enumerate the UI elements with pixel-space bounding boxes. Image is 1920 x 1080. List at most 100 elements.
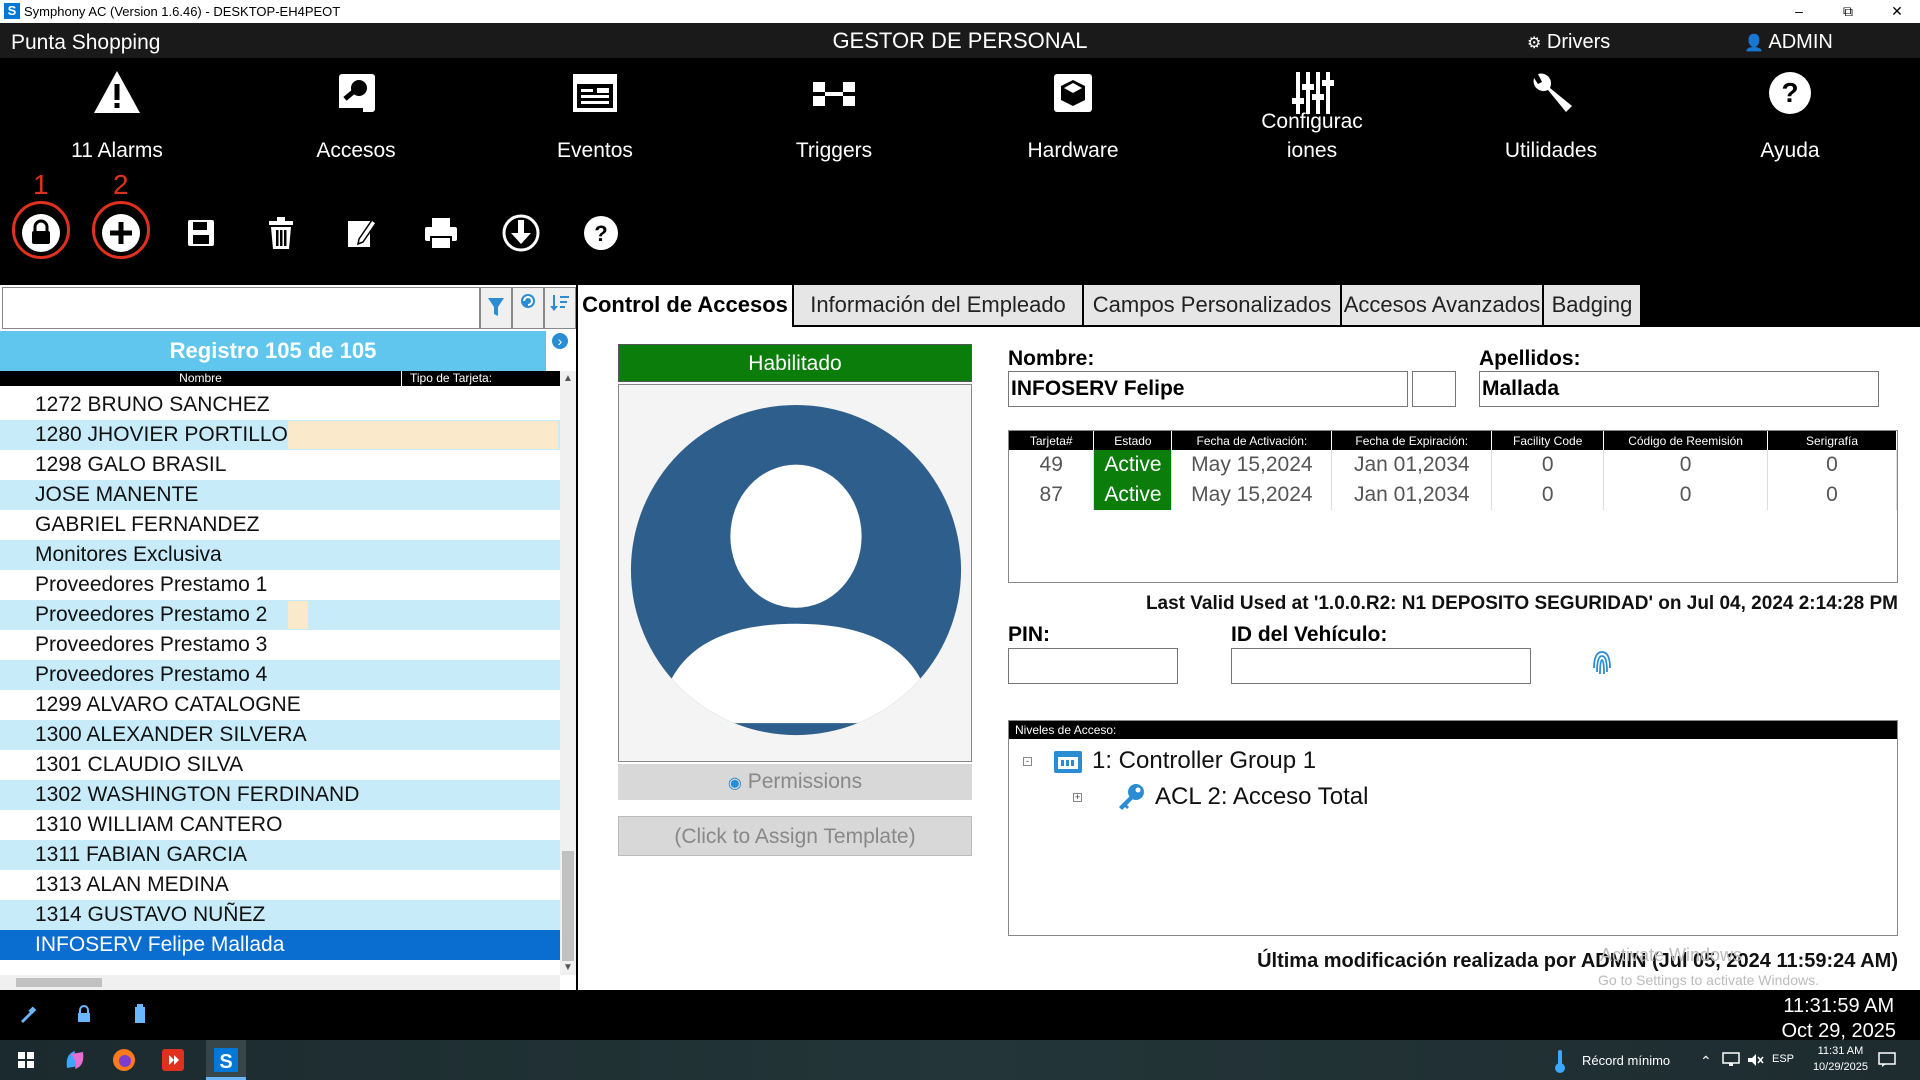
table-row[interactable]: 87 Active May 15,2024 Jan 01,2034 0 0 0 <box>1009 480 1897 510</box>
scroll-thumb[interactable] <box>16 978 102 987</box>
collapse-icon[interactable]: - <box>1023 757 1032 766</box>
delete-icon[interactable] <box>259 211 303 255</box>
list-item[interactable]: 1310 WILLIAM CANTERO <box>0 810 560 840</box>
list-item[interactable]: 1298 GALO BRASIL <box>0 450 560 480</box>
cards-column-header[interactable]: Serigrafía <box>1767 431 1897 450</box>
print-icon[interactable] <box>419 211 463 255</box>
close-button[interactable]: ✕ <box>1882 2 1912 20</box>
list-item[interactable]: 1302 WASHINGTON FERDINAND <box>0 780 560 810</box>
cards-column-header[interactable]: Estado <box>1093 431 1173 450</box>
assign-template-button[interactable]: (Click to Assign Template) <box>618 816 972 856</box>
tab-informacion-empleado[interactable]: Información del Empleado <box>794 285 1082 325</box>
notifications-icon[interactable] <box>1878 1052 1896 1068</box>
column-card-type[interactable]: Tipo de Tarjeta: <box>410 371 492 385</box>
weather-text[interactable]: Récord mínimo <box>1582 1053 1670 1068</box>
user-menu[interactable]: 👤 ADMIN <box>1744 31 1833 54</box>
list-item[interactable]: JOSE MANENTE <box>0 480 560 510</box>
list-item[interactable]: 1311 FABIAN GARCIA <box>0 840 560 870</box>
vehiculo-field[interactable] <box>1231 648 1531 684</box>
cards-column-header[interactable]: Tarjeta# <box>1009 431 1095 450</box>
restore-button[interactable]: ⧉ <box>1833 2 1863 20</box>
employee-photo[interactable] <box>618 384 972 762</box>
list-item[interactable]: INFOSERV Felipe Mallada <box>0 930 560 960</box>
list-item[interactable]: Monitores Exclusiva <box>0 540 560 570</box>
middle-name-field[interactable] <box>1412 371 1456 407</box>
download-icon[interactable] <box>499 211 543 255</box>
filter-button[interactable] <box>480 287 512 329</box>
tab-campos-personalizados[interactable]: Campos Personalizados <box>1084 285 1340 325</box>
list-item[interactable]: 1272 BRUNO SANCHEZ <box>0 390 560 420</box>
sort-button[interactable] <box>544 287 576 329</box>
nav-alarms[interactable]: 11 Alarms <box>17 58 217 173</box>
column-name[interactable]: Nombre <box>0 371 402 386</box>
minimize-button[interactable]: – <box>1784 2 1814 20</box>
edit-icon[interactable] <box>339 211 383 255</box>
list-item[interactable]: Proveedores Prestamo 1 <box>0 570 560 600</box>
windows-start-icon[interactable] <box>12 1046 40 1074</box>
employee-list-panel: Registro 105 de 105 › Nombre Tipo de Tar… <box>0 285 576 990</box>
expand-icon[interactable]: › <box>552 333 568 349</box>
language-indicator[interactable]: ESP <box>1772 1053 1794 1065</box>
taskbar-active-app[interactable]: S <box>206 1040 246 1080</box>
help-icon[interactable]: ? <box>579 211 623 255</box>
list-item[interactable]: 1299 ALVARO CATALOGNE <box>0 690 560 720</box>
lock-status-icon[interactable] <box>75 1004 93 1024</box>
permissions-button[interactable]: ◉ Permissions <box>618 764 972 800</box>
firefox-icon[interactable] <box>110 1046 138 1074</box>
cards-column-header[interactable]: Facility Code <box>1491 431 1605 450</box>
copilot-icon[interactable] <box>61 1046 89 1074</box>
last-modified: Última modificación realizada por ADMIN … <box>1257 950 1898 972</box>
list-item[interactable]: GABRIEL FERNANDEZ <box>0 510 560 540</box>
save-icon[interactable] <box>179 211 223 255</box>
thermometer-icon[interactable] <box>1552 1048 1568 1074</box>
controller-group-node[interactable]: 1: Controller Group 1 <box>1092 747 1316 775</box>
eye-icon: ◉ <box>727 775 742 792</box>
list-item[interactable]: Proveedores Prestamo 4 <box>0 660 560 690</box>
tab-control-accesos[interactable]: Control de Accesos <box>578 285 792 327</box>
refresh-button[interactable] <box>512 287 544 329</box>
chevron-up-icon[interactable]: ⌃ <box>1700 1053 1712 1070</box>
nav-utilidades[interactable]: Utilidades <box>1451 58 1651 173</box>
scroll-thumb[interactable] <box>562 851 574 961</box>
nav-ayuda[interactable]: ? Ayuda <box>1690 58 1890 173</box>
tab-accesos-avanzados[interactable]: Accesos Avanzados <box>1342 285 1542 325</box>
list-item[interactable]: 1300 ALEXANDER SILVERA <box>0 720 560 750</box>
vertical-scrollbar[interactable]: ▲ ▼ <box>560 371 576 975</box>
nav-hardware[interactable]: Hardware <box>973 58 1173 173</box>
cards-column-header[interactable]: Fecha de Expiración: <box>1331 431 1493 450</box>
anydesk-icon[interactable] <box>159 1046 187 1074</box>
add-icon[interactable] <box>99 211 143 255</box>
lock-icon[interactable] <box>19 211 63 255</box>
pin-field[interactable] <box>1008 648 1178 684</box>
horizontal-scrollbar[interactable] <box>0 975 560 990</box>
table-row[interactable]: 49 Active May 15,2024 Jan 01,2034 0 0 0 <box>1009 450 1897 480</box>
list-item[interactable]: 1280 JHOVIER PORTILLO <box>0 420 560 450</box>
network-icon[interactable] <box>1722 1052 1740 1068</box>
search-input[interactable] <box>2 287 480 329</box>
nombre-field[interactable]: INFOSERV Felipe <box>1008 371 1408 407</box>
list-item-label: INFOSERV Felipe Mallada <box>35 933 285 956</box>
fingerprint-icon[interactable] <box>1590 646 1614 680</box>
battery-icon[interactable] <box>133 1003 147 1025</box>
list-item[interactable]: 1301 CLAUDIO SILVA <box>0 750 560 780</box>
volume-muted-icon[interactable] <box>1746 1052 1764 1068</box>
tab-badging[interactable]: Badging <box>1544 285 1640 325</box>
nav-configuraciones[interactable]: Configurac iones <box>1212 58 1412 173</box>
nav-eventos[interactable]: Eventos <box>495 58 695 173</box>
nav-accesos[interactable]: Accesos <box>256 58 456 173</box>
apellidos-field[interactable]: Mallada <box>1479 371 1879 407</box>
list-item[interactable]: Proveedores Prestamo 3 <box>0 630 560 660</box>
list-item[interactable]: 1313 ALAN MEDINA <box>0 870 560 900</box>
list-item[interactable]: Proveedores Prestamo 2 <box>0 600 560 630</box>
acl-node[interactable]: ACL 2: Acceso Total <box>1155 783 1368 811</box>
nav-triggers[interactable]: Triggers <box>734 58 934 173</box>
cards-column-header[interactable]: Código de Reemisión <box>1603 431 1769 450</box>
list-item[interactable]: 1314 GUSTAVO NUÑEZ <box>0 900 560 930</box>
scroll-up-icon[interactable]: ▲ <box>563 373 573 384</box>
brush-icon[interactable] <box>18 1004 38 1024</box>
drivers-button[interactable]: ⚙ Drivers <box>1527 31 1610 54</box>
expand-icon[interactable]: + <box>1073 793 1082 802</box>
scroll-down-icon[interactable]: ▼ <box>563 962 573 973</box>
taskbar-clock[interactable]: 11:31 AM 10/29/2025 <box>1813 1043 1868 1075</box>
cards-column-header[interactable]: Fecha de Activación: <box>1171 431 1333 450</box>
